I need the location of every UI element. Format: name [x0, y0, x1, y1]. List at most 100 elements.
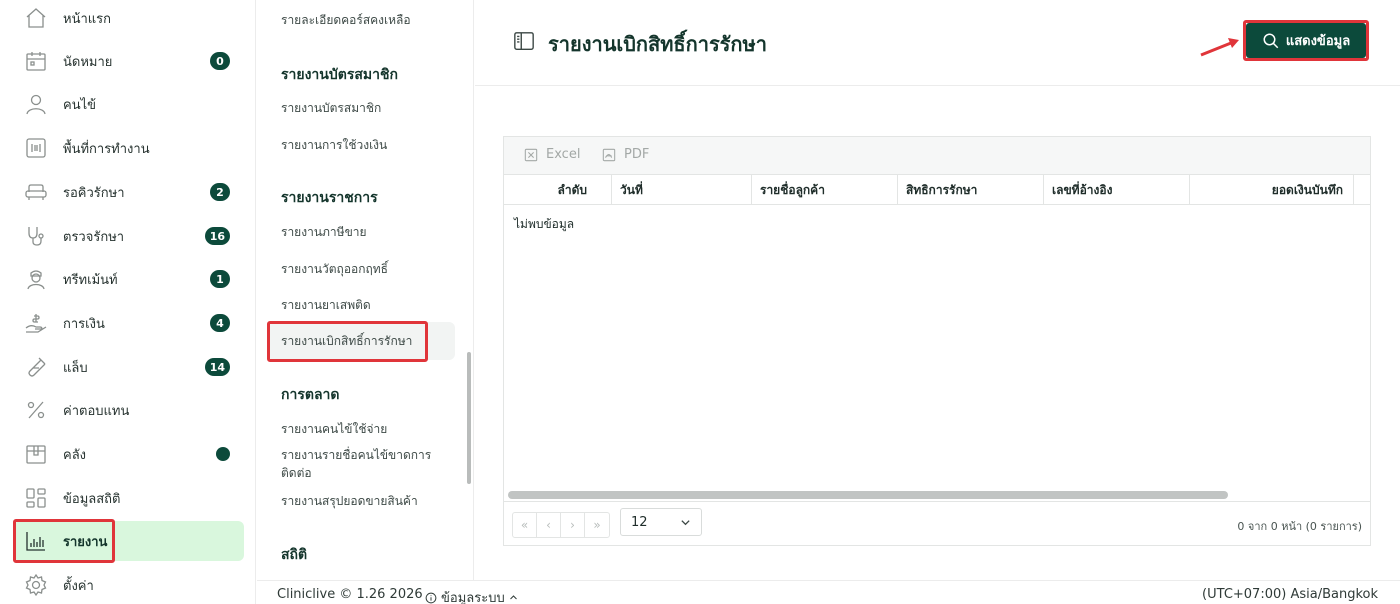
sidebar-item-label: ค่าตอบแทน	[63, 403, 130, 419]
sidebar-item-label: ตรวจรักษา	[63, 229, 125, 245]
footer: Cliniclive © 1.26 2026 ข้อมูลระบบ (UTC+0…	[257, 580, 1400, 604]
sidebar-item-patients[interactable]: คนไข้	[14, 84, 244, 124]
test-tube-icon	[23, 354, 49, 380]
sidebar-item-settings[interactable]: ตั้งค่า	[14, 565, 244, 604]
sidebar-item-label: พื้นที่การทำงาน	[63, 141, 150, 157]
highlight-box	[13, 519, 115, 563]
gear-icon	[23, 572, 49, 598]
sidebar-item-queue[interactable]: รอคิวรักษา 2	[14, 172, 244, 212]
sidebar-item-label: คลัง	[63, 447, 87, 463]
empty-message: ไม่พบข้อมูล	[514, 217, 575, 231]
column-header[interactable]: ยอดเงินบันทึก	[1190, 175, 1354, 205]
submenu-link[interactable]: รายงานวัตถุออกฤทธิ์	[281, 260, 451, 278]
sidebar-item-lab[interactable]: แล็บ 14	[14, 347, 244, 387]
home-icon	[23, 5, 49, 31]
report-book-icon	[513, 30, 535, 52]
page-size-value: 12	[631, 514, 648, 530]
money-hand-icon	[23, 310, 49, 336]
sidebar-item-treatment[interactable]: ทรีทเม้นท์ 1	[14, 259, 244, 299]
grid-header-row: ลำดับ วันที่ รายชื่อลูกค้า สิทธิการรักษา…	[504, 175, 1370, 205]
count-badge: 0	[210, 52, 230, 70]
excel-icon	[524, 148, 538, 161]
system-info-link[interactable]: ข้อมูลระบบ	[425, 587, 518, 604]
export-pdf-button[interactable]: PDF	[602, 147, 649, 162]
percent-icon	[23, 397, 49, 423]
calendar-icon	[23, 48, 49, 74]
sidebar-item-commission[interactable]: ค่าตอบแทน	[14, 390, 244, 430]
report-submenu: รายละเอียดคอร์สคงเหลือ รายงานบัตรสมาชิก …	[257, 0, 474, 580]
pager-buttons: « ‹ › »	[512, 512, 610, 538]
sidebar-item-finance[interactable]: การเงิน 4	[14, 303, 244, 343]
timezone-label: (UTC+07:00) Asia/Bangkok	[1202, 587, 1378, 602]
submenu-scrollbar[interactable]	[467, 352, 471, 484]
grid-toolbar: Excel PDF	[504, 137, 1370, 175]
submenu-link[interactable]: รายงานคนไข้ใช้จ่าย	[281, 420, 451, 438]
submenu-link[interactable]: รายงานภาษีขาย	[281, 223, 451, 241]
sidebar-item-label: ข้อมูลสถิติ	[63, 491, 121, 507]
sidebar: หน้าแรก นัดหมาย 0 คนไข้ พื้นที่การทำงาน …	[0, 0, 256, 604]
highlight-box	[267, 321, 428, 362]
column-header[interactable]: เลขที่อ้างอิง	[1044, 175, 1190, 205]
page-size-select[interactable]: 12	[620, 508, 702, 536]
pdf-icon	[602, 148, 616, 161]
pager-info: 0 จาก 0 หน้า (0 รายการ)	[1237, 520, 1362, 533]
chevron-down-icon	[681, 519, 690, 525]
pager: « ‹ › » 12 0 จาก 0 หน้า (0 รายการ)	[504, 501, 1370, 545]
sidebar-item-home[interactable]: หน้าแรก	[14, 0, 244, 38]
chevron-up-icon	[509, 595, 517, 600]
stethoscope-icon	[23, 223, 49, 249]
sidebar-item-label: รอคิวรักษา	[63, 185, 125, 201]
sidebar-item-appointments[interactable]: นัดหมาย 0	[14, 41, 244, 81]
column-header[interactable]: รายชื่อลูกค้า	[752, 175, 898, 205]
box-icon	[23, 441, 49, 467]
count-badge: 4	[210, 314, 230, 332]
submenu-link[interactable]: รายงานบัตรสมาชิก	[281, 99, 451, 117]
sofa-icon	[23, 179, 49, 205]
arrow-icon	[1200, 38, 1239, 57]
prev-page-button[interactable]: ‹	[537, 513, 561, 537]
submenu-heading: การตลาด	[281, 387, 340, 403]
submenu-link[interactable]: รายงานการใช้วงเงิน	[281, 136, 451, 154]
excel-label: Excel	[546, 147, 581, 162]
report-grid: Excel PDF ลำดับ วันที่ รายชื่อลูกค้า สิท…	[503, 136, 1371, 546]
sidebar-item-label: ตั้งค่า	[63, 578, 94, 594]
status-dot	[216, 447, 230, 461]
highlight-box	[1243, 20, 1369, 61]
sidebar-item-label: คนไข้	[63, 97, 97, 113]
submenu-heading: รายงานบัตรสมาชิก	[281, 67, 398, 83]
submenu-link[interactable]: รายงานรายชื่อคนไข้ขาดการติดต่อ	[281, 446, 451, 482]
system-info-label: ข้อมูลระบบ	[441, 591, 505, 604]
submenu-link[interactable]: รายงานยาเสพติด	[281, 296, 451, 314]
submenu-link[interactable]: รายละเอียดคอร์สคงเหลือ	[281, 11, 451, 29]
sidebar-item-label: การเงิน	[63, 316, 105, 332]
nurse-icon	[23, 266, 49, 292]
info-icon	[425, 592, 437, 603]
last-page-button[interactable]: »	[585, 513, 609, 537]
next-page-button[interactable]: ›	[561, 513, 585, 537]
sidebar-item-statistics[interactable]: ข้อมูลสถิติ	[14, 478, 244, 518]
footer-brand: Cliniclive © 1.26 2026	[277, 587, 423, 602]
export-excel-button[interactable]: Excel	[524, 147, 580, 162]
horizontal-scrollbar[interactable]	[508, 491, 1228, 499]
submenu-heading: รายงานราชการ	[281, 190, 378, 206]
dashboard-icon	[23, 485, 49, 511]
sidebar-item-inventory[interactable]: คลัง	[14, 434, 244, 474]
count-badge: 1	[210, 270, 230, 288]
column-header[interactable]: สิทธิการรักษา	[898, 175, 1044, 205]
page-title: รายงานเบิกสิทธิ์การรักษา	[548, 32, 767, 56]
count-badge: 2	[210, 183, 230, 201]
sidebar-item-examination[interactable]: ตรวจรักษา 16	[14, 216, 244, 256]
user-icon	[23, 91, 49, 117]
count-badge: 14	[204, 358, 230, 376]
submenu-link[interactable]: รายงานสรุปยอดขายสินค้า	[281, 492, 451, 510]
first-page-button[interactable]: «	[513, 513, 537, 537]
sidebar-item-workspace[interactable]: พื้นที่การทำงาน	[14, 128, 244, 168]
column-header[interactable]: วันที่	[612, 175, 752, 205]
sidebar-item-label: แล็บ	[63, 360, 88, 376]
sidebar-item-label: หน้าแรก	[63, 11, 111, 27]
count-badge: 16	[204, 227, 230, 245]
sidebar-item-label: ทรีทเม้นท์	[63, 272, 118, 288]
column-header[interactable]: ลำดับ	[504, 175, 612, 205]
pdf-label: PDF	[624, 147, 650, 162]
workspace-icon	[23, 135, 49, 161]
